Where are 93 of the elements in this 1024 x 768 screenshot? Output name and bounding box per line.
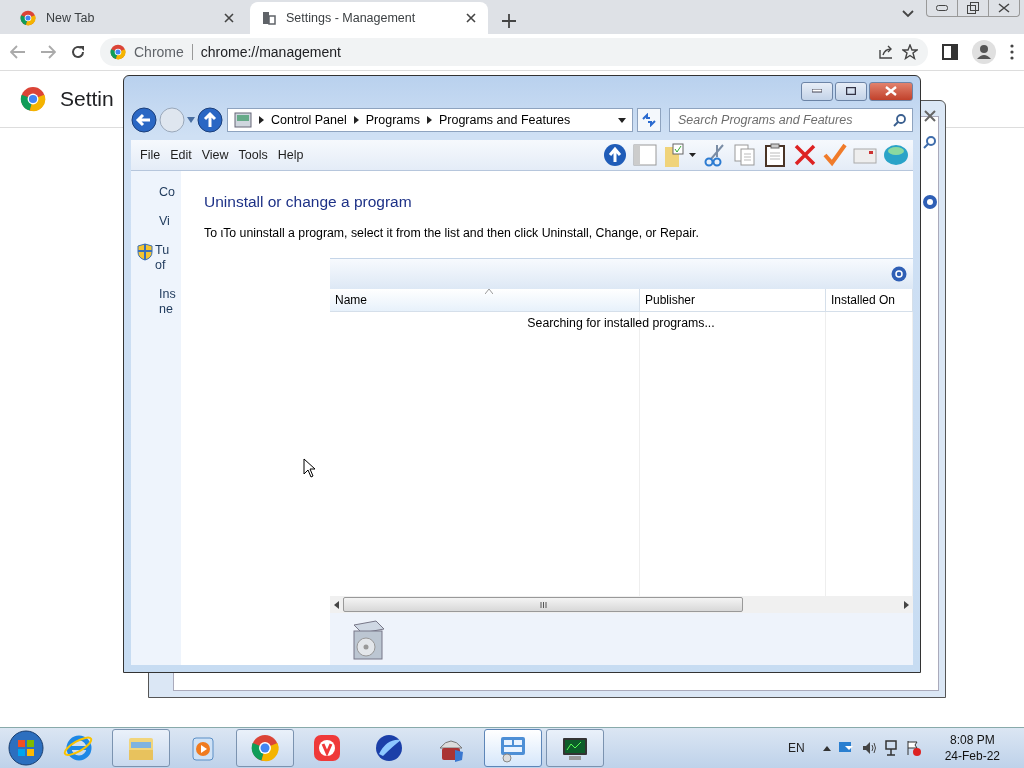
share-icon[interactable] (878, 44, 894, 60)
close-icon[interactable] (923, 109, 937, 123)
monitor-icon (563, 738, 587, 760)
ie-icon (63, 735, 93, 761)
restore-icon[interactable] (967, 2, 979, 14)
minimize-icon[interactable] (936, 5, 948, 11)
speaker-icon[interactable] (860, 740, 877, 756)
column-header[interactable]: Name (330, 289, 640, 311)
page-heading: Settin (60, 87, 114, 111)
chrome-logo (20, 86, 46, 112)
envelope-icon[interactable] (853, 145, 877, 165)
maximize-button[interactable] (835, 81, 867, 101)
sidebar-link[interactable]: Vi (159, 214, 170, 229)
control-panel-icon (234, 112, 252, 128)
help-icon[interactable] (923, 195, 937, 209)
search-field[interactable]: Search Programs and Features (669, 108, 913, 132)
scissors-icon[interactable] (703, 143, 727, 167)
folder-icon (129, 738, 153, 760)
chevron-down-icon[interactable] (902, 10, 914, 18)
close-icon[interactable] (224, 13, 234, 23)
chevron-icon (259, 116, 264, 124)
chevron-icon (353, 116, 359, 124)
bird-icon (376, 735, 402, 761)
sidebar-link[interactable]: ne (159, 302, 176, 317)
menu-item[interactable]: Tools (233, 146, 273, 164)
close-icon (885, 86, 897, 96)
address-bar[interactable]: Chrome chrome://management (100, 38, 928, 66)
new-tab-icon[interactable] (502, 14, 516, 28)
menu-item[interactable]: File (135, 146, 166, 164)
browser-tab[interactable]: New Tab (8, 2, 246, 34)
vivaldi-icon (314, 735, 340, 761)
menu-item[interactable]: Help (272, 146, 309, 164)
sidebar-link[interactable]: of (155, 258, 170, 273)
scroll-right-icon[interactable] (904, 600, 909, 609)
chrome-icon (110, 44, 126, 60)
sidebar-link[interactable]: Tu (155, 243, 170, 258)
back-button-icon[interactable] (131, 107, 157, 133)
clock-time: 8:08 PM (949, 732, 995, 748)
start-button[interactable] (6, 729, 46, 767)
control-panel-icon (501, 737, 525, 763)
delete-icon[interactable] (793, 143, 817, 167)
page-heading: Uninstall or change a program (204, 193, 413, 211)
grip-icon (539, 601, 547, 608)
clipboard-icon[interactable] (763, 143, 787, 167)
profile-icon[interactable] (972, 40, 996, 64)
media-player-icon (192, 737, 214, 761)
window-controls[interactable] (926, 0, 1020, 17)
action-center-icon[interactable] (904, 740, 921, 756)
chrome-icon (251, 735, 279, 762)
up-button-icon[interactable] (197, 107, 223, 133)
clock-date: 24-Feb-22 (944, 748, 1000, 764)
reload-icon[interactable] (70, 44, 86, 60)
installer-icon (439, 740, 463, 762)
clock[interactable]: 8:08 PM 24-Feb-22 (944, 732, 1000, 764)
refresh-icon (642, 113, 656, 127)
sidebar-link[interactable]: Ins (159, 287, 176, 302)
star-icon[interactable] (902, 44, 918, 60)
status-message: Searching for installed programs... (527, 316, 715, 330)
taskbar-button[interactable] (546, 729, 604, 767)
shield-icon (137, 243, 153, 261)
breadcrumb-item[interactable]: Programs (365, 113, 420, 127)
network-icon[interactable] (882, 740, 899, 756)
checkmark-icon[interactable] (823, 143, 847, 167)
help-icon[interactable] (891, 266, 907, 282)
chrome-icon (20, 10, 36, 26)
chevron-icon (426, 116, 432, 124)
close-icon[interactable] (466, 13, 476, 23)
search-icon[interactable] (893, 113, 906, 127)
scrollbar-thumb[interactable] (343, 597, 743, 612)
breadcrumb-item[interactable]: Programs and Features (438, 113, 571, 127)
sidebar-link[interactable]: Co (159, 185, 175, 200)
side-panel-icon[interactable] (942, 44, 958, 60)
instructions-text: To ιTo uninstall a program, select it from the list and then click Uninstall, Change, or Repair. (204, 226, 700, 240)
minimize-icon (812, 89, 822, 93)
scroll-left-icon[interactable] (334, 600, 339, 609)
language-indicator[interactable]: EN (787, 741, 805, 755)
search-icon[interactable] (923, 135, 937, 149)
building-icon (262, 11, 276, 25)
menu-icon[interactable] (1010, 44, 1014, 60)
close-button[interactable] (869, 81, 913, 101)
refresh-button[interactable] (637, 108, 661, 132)
up-arrow-icon[interactable] (822, 745, 831, 751)
dropdown-arrow-icon[interactable] (618, 117, 626, 123)
horizontal-scrollbar[interactable] (330, 596, 913, 613)
mouse-cursor-icon (303, 458, 316, 478)
menu-item[interactable]: Edit (165, 146, 197, 164)
browser-tab[interactable]: Settings - Management (250, 2, 488, 34)
breadcrumb-item[interactable]: Control Panel (271, 113, 347, 127)
maximize-icon (846, 87, 856, 95)
close-icon[interactable] (998, 3, 1010, 13)
menu-item[interactable]: View (196, 146, 234, 164)
address-bar[interactable]: Control Panel Programs Programs and Features (227, 108, 633, 132)
folder-check-icon[interactable] (663, 143, 697, 167)
